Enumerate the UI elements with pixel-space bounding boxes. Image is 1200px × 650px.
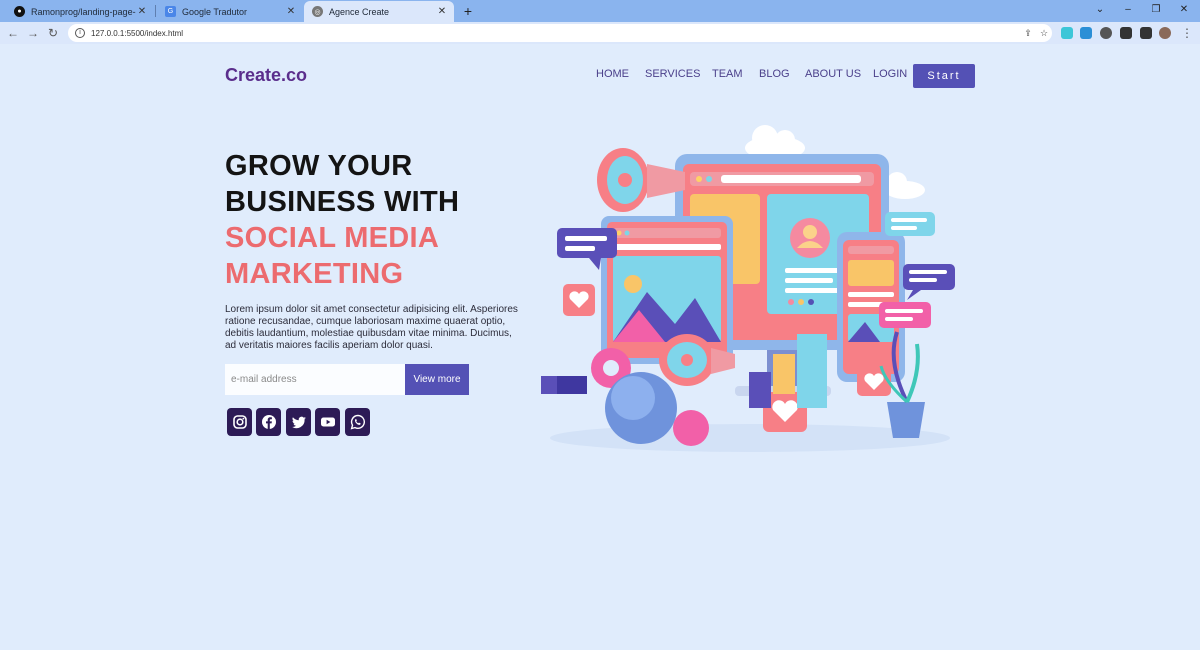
logo[interactable]: Create.co (225, 65, 307, 86)
close-icon[interactable]: ✕ (436, 6, 448, 17)
heart-like-icon (857, 366, 891, 396)
youtube-button[interactable] (315, 408, 340, 436)
instagram-icon (232, 415, 247, 429)
cloud-icon (885, 172, 925, 199)
hero-title-line: BUSINESS WITH (225, 186, 460, 218)
nav-blog[interactable]: BLOG (759, 68, 790, 80)
chat-bubble-icon (879, 302, 931, 328)
side-panel-icon[interactable] (1140, 27, 1152, 39)
whatsapp-button[interactable] (345, 408, 370, 436)
sphere-graphic (611, 376, 655, 420)
twitter-button[interactable] (286, 408, 311, 436)
google-translate-icon: G (165, 6, 176, 17)
forward-icon[interactable]: → (24, 24, 42, 42)
avatar[interactable] (1159, 27, 1171, 39)
cube-graphic (557, 376, 587, 394)
cube-graphic (749, 372, 771, 408)
bar-chart-graphic (797, 334, 827, 408)
chat-bubble-icon (903, 264, 955, 300)
tab-divider (155, 5, 156, 17)
sphere-graphic (673, 410, 709, 446)
close-icon[interactable]: ✕ (136, 6, 148, 17)
puzzle-icon[interactable] (1120, 27, 1132, 39)
nav-team[interactable]: TEAM (712, 68, 743, 80)
chat-bubble-icon (885, 212, 935, 236)
url-text[interactable]: 127.0.0.1:5500/index.html (91, 29, 1020, 38)
view-more-button[interactable]: View more (405, 364, 469, 395)
nav-home[interactable]: HOME (596, 68, 629, 80)
browser-tab-strip: ● Ramonprog/landing-page-respo ✕ G Googl… (0, 0, 1200, 22)
tab-title: Ramonprog/landing-page-respo (31, 6, 136, 17)
megaphone-icon (597, 148, 685, 212)
nav-about-us[interactable]: ABOUT US (805, 68, 861, 80)
minimize-icon[interactable]: – (1114, 0, 1142, 22)
hero-title-accent: MARKETING (225, 258, 404, 290)
facebook-icon (261, 415, 276, 429)
new-tab-button[interactable]: + (460, 2, 476, 20)
tab-title: Google Tradutor (182, 6, 248, 17)
hero-title: GROW YOUR BUSINESS WITH SOCIAL MEDIA MAR… (225, 148, 459, 292)
share-icon[interactable]: ⇪ (1020, 28, 1036, 39)
tab-search-icon[interactable]: ⌄ (1086, 0, 1114, 22)
github-icon: ● (14, 6, 25, 17)
email-input[interactable] (225, 364, 405, 395)
tab-title: Agence Create (329, 6, 390, 17)
restore-icon[interactable]: ❐ (1142, 0, 1170, 22)
bar-chart-graphic (773, 354, 795, 394)
address-bar[interactable]: i 127.0.0.1:5500/index.html ⇪ ☆ (68, 24, 1052, 42)
hero-description: Lorem ipsum dolor sit amet consectetur a… (225, 304, 518, 351)
bookmark-star-icon[interactable]: ☆ (1036, 28, 1052, 39)
start-button[interactable]: Start (913, 64, 975, 88)
tab-github[interactable]: ● Ramonprog/landing-page-respo ✕ (6, 1, 154, 22)
youtube-icon (320, 417, 335, 427)
close-icon[interactable]: ✕ (285, 6, 297, 17)
reload-icon[interactable]: ↻ (44, 24, 62, 42)
browser-window-graphic (601, 216, 733, 364)
facebook-button[interactable] (256, 408, 281, 436)
whatsapp-icon (350, 414, 365, 430)
wordpress-icon[interactable] (1100, 27, 1112, 39)
cube-graphic (541, 376, 557, 394)
twitter-icon (291, 416, 306, 429)
download-extension-icon[interactable] (1080, 27, 1092, 39)
nav-services[interactable]: SERVICES (645, 68, 700, 80)
nav-login[interactable]: LOGIN (873, 68, 907, 80)
hero-title-line: GROW YOUR (225, 150, 413, 182)
heart-like-icon (563, 284, 595, 316)
extension-icon[interactable] (1061, 27, 1073, 39)
tab-agence-create[interactable]: ◎ Agence Create ✕ (304, 1, 454, 22)
menu-icon[interactable]: ⋮ (1178, 24, 1196, 42)
globe-icon: ◎ (312, 6, 323, 17)
site-info-icon[interactable]: i (75, 28, 85, 38)
close-window-icon[interactable]: ✕ (1170, 0, 1198, 22)
instagram-button[interactable] (227, 408, 252, 436)
social-media-marketing-illustration (541, 125, 955, 452)
hero-title-accent: SOCIAL MEDIA (225, 222, 440, 254)
tab-google-translate[interactable]: G Google Tradutor ✕ (157, 1, 303, 22)
back-icon[interactable]: ← (4, 24, 22, 42)
browser-toolbar: ← → ↻ i 127.0.0.1:5500/index.html ⇪ ☆ ⋮ (0, 22, 1200, 44)
